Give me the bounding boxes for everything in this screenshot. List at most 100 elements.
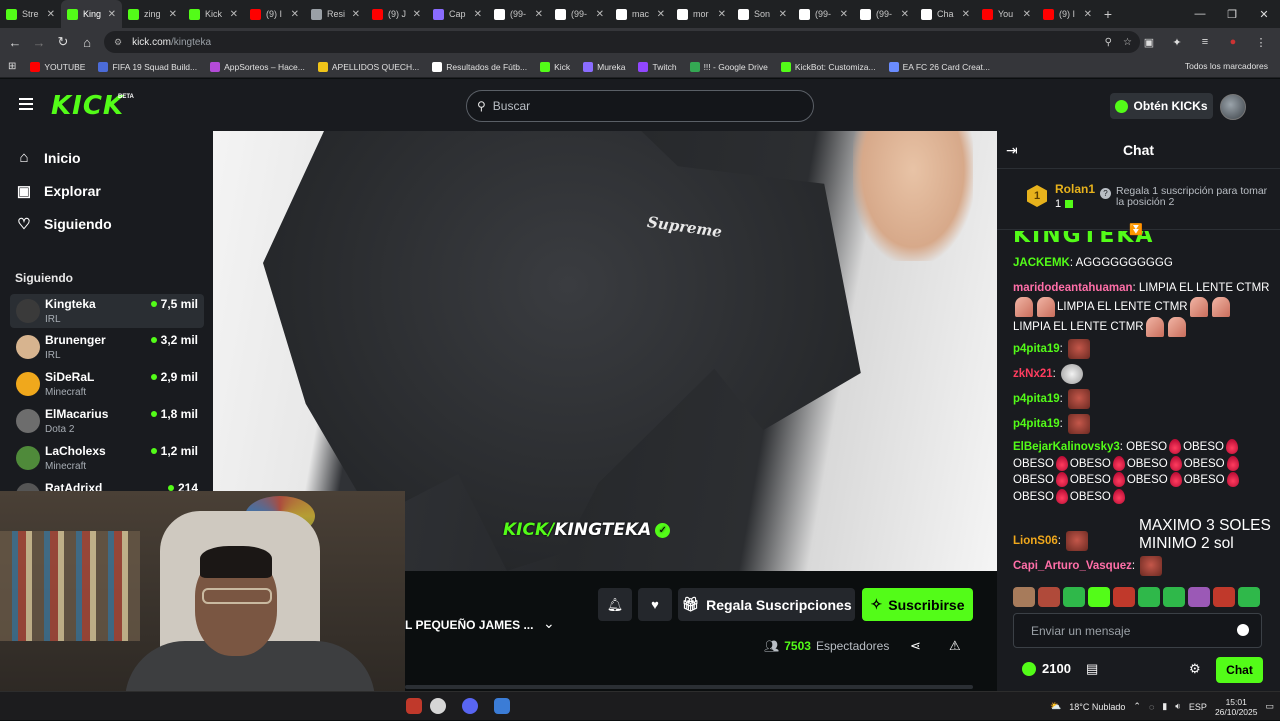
close-window-button[interactable]: ✕ — [1248, 8, 1280, 21]
notification-bell-button[interactable]: 🔔︎ — [598, 588, 632, 621]
puzzle-icon[interactable]: ✦ — [1164, 36, 1190, 49]
tab-close-icon[interactable]: ✕ — [596, 9, 604, 20]
browser-tab[interactable]: zing ✕ — [122, 0, 183, 28]
tray-expand-icon[interactable]: ⌃ — [1133, 701, 1141, 712]
quick-emote-icon[interactable] — [1113, 587, 1135, 607]
quick-emote-icon[interactable] — [1063, 587, 1085, 607]
bookmark-star-icon[interactable]: ☆ — [1123, 37, 1132, 48]
browser-tab[interactable]: (9) I ✕ — [244, 0, 305, 28]
browser-tab[interactable]: Resi ✕ — [305, 0, 366, 28]
tab-close-icon[interactable]: ✕ — [1023, 9, 1031, 20]
tab-close-icon[interactable]: ✕ — [718, 9, 726, 20]
chat-username[interactable]: p4pita19 — [1013, 343, 1060, 355]
reload-icon[interactable]: ↻ — [51, 34, 75, 50]
browser-tab[interactable]: (99- ✕ — [488, 0, 549, 28]
tab-close-icon[interactable]: ✕ — [657, 9, 665, 20]
quick-emote-icon[interactable] — [1038, 587, 1060, 607]
kick-logo[interactable]: KICK — [51, 91, 124, 121]
sidebar-channel-kingteka[interactable]: Kingteka IRL 7,5 mil — [10, 294, 204, 328]
home-browser-icon[interactable]: ⌂ — [75, 35, 99, 50]
bookmark-item[interactable]: AppSorteos – Hace... — [210, 61, 305, 72]
browser-tab[interactable]: Cap ✕ — [427, 0, 488, 28]
site-info-icon[interactable]: ⚙ — [114, 37, 122, 48]
tab-close-icon[interactable]: ✕ — [291, 9, 299, 20]
chat-username[interactable]: maridodeantahuaman — [1013, 282, 1133, 294]
gift-subs-button[interactable]: 🎁︎ Regala Suscripciones — [678, 588, 855, 621]
user-avatar[interactable] — [1220, 94, 1246, 120]
taskbar-app-obs[interactable] — [430, 698, 446, 714]
chat-username[interactable]: LionS06 — [1013, 535, 1058, 547]
tab-close-icon[interactable]: ✕ — [535, 9, 543, 20]
browser-tab[interactable]: (9) I ✕ — [1037, 0, 1098, 28]
profile-icon[interactable]: ● — [1220, 36, 1246, 48]
tab-close-icon[interactable]: ✕ — [840, 9, 848, 20]
tab-close-icon[interactable]: ✕ — [474, 9, 482, 20]
browser-tab[interactable]: (99- ✕ — [854, 0, 915, 28]
menu-kebab-icon[interactable]: ⋮ — [1248, 36, 1274, 49]
tab-close-icon[interactable]: ✕ — [169, 9, 177, 20]
get-kicks-button[interactable]: Obtén KICKs — [1110, 93, 1213, 119]
tab-close-icon[interactable]: ✕ — [230, 9, 238, 20]
clock[interactable]: 15:01 26/10/2025 — [1215, 697, 1258, 717]
emoji-picker-icon[interactable] — [1237, 624, 1249, 636]
tab-close-icon[interactable]: ✕ — [413, 9, 421, 20]
tab-close-icon[interactable]: ✕ — [962, 9, 970, 20]
extension-icon[interactable]: ▣ — [1136, 36, 1162, 49]
bookmark-item[interactable]: FIFA 19 Squad Build... — [98, 61, 197, 72]
chat-username[interactable]: p4pita19 — [1013, 418, 1060, 430]
sidebar-channel-sideral[interactable]: SiDeRaL Minecraft 2,9 mil — [10, 367, 204, 401]
bookmark-item[interactable]: EA FC 26 Card Creat... — [888, 61, 990, 72]
lang-indicator[interactable]: ESP — [1189, 702, 1207, 712]
quick-emote-icon[interactable] — [1213, 587, 1235, 607]
browser-tab[interactable]: (9) J ✕ — [366, 0, 427, 28]
address-bar[interactable]: ⚙ kick.com/kingteka ⚲ ☆ — [104, 31, 1140, 53]
bookmark-item[interactable]: KickBot: Customiza... — [780, 61, 876, 72]
quick-emote-icon[interactable] — [1013, 587, 1035, 607]
all-bookmarks[interactable]: Todos los marcadores — [1185, 61, 1268, 71]
bookmark-item[interactable]: Kick — [540, 61, 570, 72]
zoom-icon[interactable]: ⚲ — [1105, 37, 1112, 48]
notifications-icon[interactable]: ▭ — [1265, 701, 1274, 712]
taskbar-app-discord[interactable] — [462, 698, 478, 714]
horizontal-scrollbar[interactable] — [405, 685, 973, 689]
chat-username[interactable]: JACKEMK — [1013, 257, 1070, 269]
browser-tab[interactable]: King ✕ — [61, 0, 122, 28]
chat-input[interactable]: Enviar un mensaje — [1013, 613, 1262, 648]
chat-username[interactable]: p4pita19 — [1013, 393, 1060, 405]
bookmark-item[interactable]: Resultados de Fútb... — [432, 61, 527, 72]
nav-following[interactable]: ♡ Siguiendo — [16, 215, 111, 233]
browser-tab[interactable]: Stre ✕ — [0, 0, 61, 28]
menu-icon[interactable] — [19, 98, 33, 113]
chat-username[interactable]: zkNx21 — [1013, 368, 1053, 380]
quick-emote-icon[interactable] — [1188, 587, 1210, 607]
chat-username[interactable]: ElBejarKalinovsky3 — [1013, 441, 1120, 453]
bookmark-item[interactable]: YOUTUBE — [30, 61, 85, 72]
tab-close-icon[interactable]: ✕ — [108, 9, 116, 20]
minimize-button[interactable]: — — [1184, 8, 1216, 20]
sidebar-channel-lacholexs[interactable]: LaCholexs Minecraft 1,2 mil — [10, 441, 204, 475]
browser-tab[interactable]: mac ✕ — [610, 0, 671, 28]
quick-emote-icon[interactable] — [1138, 587, 1160, 607]
quick-emote-icon[interactable] — [1088, 587, 1110, 607]
chat-settings-icon[interactable]: ⚙ — [1189, 661, 1201, 677]
taskbar-app-capcut[interactable] — [494, 698, 510, 714]
tab-close-icon[interactable]: ✕ — [1084, 9, 1092, 20]
nav-explore[interactable]: ▣ Explorar — [16, 182, 101, 200]
quick-emote-icon[interactable] — [1163, 587, 1185, 607]
bookmark-item[interactable]: Twitch — [638, 61, 677, 72]
sidebar-channel-elmacarius[interactable]: ElMacarius Dota 2 1,8 mil — [10, 404, 204, 438]
subscribe-button[interactable]: ✧ Suscribirse — [862, 588, 973, 621]
chevron-down-icon[interactable]: ⌄ — [543, 615, 555, 632]
weather-text[interactable]: 18°C Nublado — [1069, 702, 1125, 712]
bookmark-item[interactable]: Mureka — [583, 61, 625, 72]
gift-hint[interactable]: ? Regala 1 suscripción para tomar la pos… — [1100, 185, 1270, 208]
browser-tab[interactable]: Son ✕ — [732, 0, 793, 28]
volume-icon[interactable]: 🔉︎ — [1175, 701, 1181, 712]
nav-home[interactable]: ⌂ Inicio — [16, 149, 80, 166]
follow-heart-button[interactable]: ♥ — [638, 588, 672, 621]
mic-icon[interactable]: ▮ — [1162, 701, 1167, 712]
browser-tab[interactable]: (99- ✕ — [549, 0, 610, 28]
maximize-button[interactable]: ❐ — [1216, 8, 1248, 21]
stream-title[interactable]: L PEQUEÑO JAMES ... — [405, 618, 533, 632]
quick-emote-icon[interactable] — [1238, 587, 1260, 607]
